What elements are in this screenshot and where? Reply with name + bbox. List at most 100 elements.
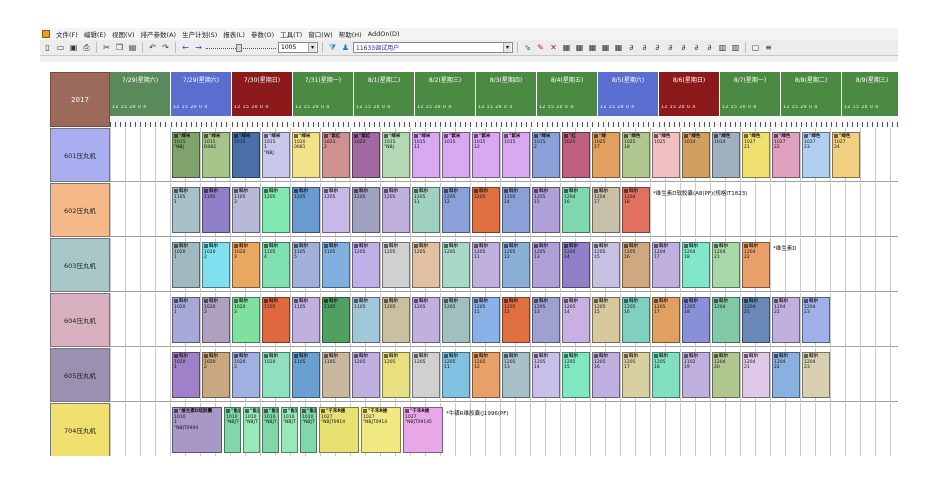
- schedule-task[interactable]: 科尔 1205: [382, 187, 410, 233]
- schedule-icon[interactable]: ⇘: [522, 42, 533, 53]
- schedule-task[interactable]: 科尔 1204 21: [742, 352, 770, 398]
- schedule-task[interactable]: 科尔 1020 3: [232, 352, 260, 398]
- link-icon[interactable]: ∂: [691, 42, 702, 53]
- schedule-task[interactable]: 科尔 1205 17: [652, 297, 680, 343]
- schedule-task[interactable]: 科尔 1205: [412, 297, 440, 343]
- grid-icon[interactable]: ▦: [587, 42, 598, 53]
- line-combo[interactable]: 11633调试用户 ▾: [353, 42, 513, 53]
- schedule-task[interactable]: "千禾R维 1027 "NBJT0914: [319, 407, 359, 453]
- schedule-task[interactable]: "绿米 1015 2: [532, 132, 560, 178]
- menu-help[interactable]: 帮助(H): [336, 29, 365, 39]
- schedule-task[interactable]: 科尔 1205 15: [592, 297, 620, 343]
- window-icon[interactable]: ▢: [750, 42, 761, 53]
- schedule-task[interactable]: 科尔 1205 15: [562, 352, 590, 398]
- schedule-task[interactable]: 科尔 1105: [322, 297, 350, 343]
- schedule-task[interactable]: 科尔 1205: [352, 242, 380, 288]
- zoom-slider[interactable]: [206, 43, 276, 53]
- schedule-task[interactable]: 科尔 1205 16: [622, 297, 650, 343]
- schedule-task[interactable]: 科尔 1204 21: [742, 297, 770, 343]
- zoom-combo[interactable]: 1005 ▾: [278, 42, 318, 53]
- schedule-task[interactable]: "绿色 1027 23: [802, 132, 830, 178]
- schedule-task[interactable]: 科尔 1105 5: [292, 242, 320, 288]
- schedule-task[interactable]: 科尔 1205: [412, 242, 440, 288]
- schedule-task[interactable]: 科尔 1205: [382, 352, 410, 398]
- schedule-task[interactable]: "紫红 1023: [352, 132, 380, 178]
- schedule-task[interactable]: 科尔 1205 13: [502, 352, 530, 398]
- menu-report[interactable]: 报表(L): [220, 29, 248, 39]
- schedule-task[interactable]: "鱼油1010"NBJT: [243, 407, 260, 453]
- schedule-task[interactable]: 科尔 1204 22: [742, 242, 770, 288]
- menu-options[interactable]: 参数(O): [248, 29, 277, 39]
- menu-params[interactable]: 排产参数(A): [138, 29, 180, 39]
- schedule-task[interactable]: 科尔 1205: [292, 187, 320, 233]
- link-icon[interactable]: ∂: [704, 42, 715, 53]
- forward-arrow-icon[interactable]: →: [193, 42, 204, 53]
- print-icon[interactable]: ⎙: [81, 42, 92, 53]
- schedule-task[interactable]: 科尔 1204 20: [712, 352, 740, 398]
- schedule-task[interactable]: "绿色 1027 24: [832, 132, 860, 178]
- menu-addon[interactable]: AddOn(D): [365, 30, 403, 38]
- schedule-task[interactable]: 科尔 1105: [202, 187, 230, 233]
- link-icon[interactable]: ∂: [639, 42, 650, 53]
- grid-icon[interactable]: ▦: [574, 42, 585, 53]
- schedule-task[interactable]: "紫米 1015: [442, 132, 470, 178]
- schedule-task[interactable]: 科尔 1020 3: [232, 242, 260, 288]
- schedule-task[interactable]: 科尔 1205 12: [442, 187, 470, 233]
- save-icon[interactable]: ▣: [68, 42, 79, 53]
- schedule-task[interactable]: "鱼油1010"NBJT: [281, 407, 298, 453]
- new-file-icon[interactable]: ▯: [42, 42, 53, 53]
- schedule-task[interactable]: 科尔 1205: [472, 187, 500, 233]
- schedule-task[interactable]: "鱼油1010"NBJT: [300, 407, 317, 453]
- schedule-task[interactable]: 科尔 1205 14: [562, 297, 590, 343]
- schedule-task[interactable]: "绿米 1015 D082: [202, 132, 230, 178]
- schedule-task[interactable]: 科尔 1105 1: [172, 187, 200, 233]
- menu-tools[interactable]: 工具(T): [277, 29, 305, 39]
- link-icon[interactable]: ∂: [678, 42, 689, 53]
- schedule-task[interactable]: 科尔 1205 15: [532, 187, 560, 233]
- schedule-task[interactable]: 科尔 1020 2: [202, 297, 230, 343]
- schedule-task[interactable]: 科尔 1205 16: [622, 242, 650, 288]
- schedule-task[interactable]: "绿色 1025: [652, 132, 680, 178]
- schedule-task[interactable]: 科尔 1204 18: [682, 242, 710, 288]
- schedule-task[interactable]: "绿色 1027 21: [742, 132, 770, 178]
- schedule-task[interactable]: 科尔 1205: [412, 352, 440, 398]
- schedule-task[interactable]: "紫米 1015: [502, 132, 530, 178]
- schedule-task[interactable]: 科尔 1205: [382, 297, 410, 343]
- schedule-task[interactable]: 科尔 1205 14: [562, 242, 590, 288]
- schedule-task[interactable]: 科尔 1205 11: [472, 242, 500, 288]
- schedule-task[interactable]: "绿米 1015: [232, 132, 260, 178]
- chevron-down-icon[interactable]: ▾: [503, 43, 511, 52]
- schedule-task[interactable]: 科尔 1020 2: [202, 242, 230, 288]
- schedule-task[interactable]: 科尔 1204 23: [802, 352, 830, 398]
- schedule-task[interactable]: "鱼油1010"NBJT: [262, 407, 279, 453]
- schedule-task[interactable]: 科尔 1205 17: [622, 352, 650, 398]
- schedule-task[interactable]: "绿色 1025 18: [622, 132, 650, 178]
- schedule-task[interactable]: 科尔 1020: [262, 352, 290, 398]
- schedule-task[interactable]: 科尔 1020 1: [172, 242, 200, 288]
- schedule-task[interactable]: 科尔 1205 13: [532, 297, 560, 343]
- schedule-task[interactable]: 科尔 1204 16: [562, 187, 590, 233]
- cut-icon[interactable]: ✂: [101, 42, 112, 53]
- redo-icon[interactable]: ↷: [160, 42, 171, 53]
- filter-icon[interactable]: ⧩: [327, 42, 338, 53]
- schedule-task[interactable]: 科尔 1205: [262, 187, 290, 233]
- zoom-slider-thumb[interactable]: [236, 43, 242, 52]
- chevron-down-icon[interactable]: ▾: [308, 43, 316, 52]
- schedule-task[interactable]: 科尔 1204 22: [772, 352, 800, 398]
- schedule-task[interactable]: 科尔 1105: [322, 352, 350, 398]
- grid-icon[interactable]: ▦: [561, 42, 572, 53]
- schedule-task[interactable]: 科尔 1020 2: [202, 352, 230, 398]
- schedule-task[interactable]: "红 1025: [562, 132, 590, 178]
- menu-view[interactable]: 视图(V): [109, 29, 138, 39]
- schedule-task[interactable]: 科尔 1205 15: [592, 242, 620, 288]
- schedule-task[interactable]: 科尔 1204: [712, 297, 740, 343]
- schedule-task[interactable]: 科尔 1020 1: [172, 297, 200, 343]
- schedule-task[interactable]: 科尔 1105: [292, 352, 320, 398]
- undo-icon[interactable]: ↶: [147, 42, 158, 53]
- machine-row-header[interactable]: 603压丸机: [50, 238, 110, 292]
- machine-row-header[interactable]: 602压丸机: [50, 183, 110, 237]
- paste-icon[interactable]: ▤: [127, 42, 138, 53]
- back-arrow-icon[interactable]: ←: [180, 42, 191, 53]
- schedule-task[interactable]: "绿米 1015 11: [412, 132, 440, 178]
- schedule-task[interactable]: 科尔 1205 11: [472, 297, 500, 343]
